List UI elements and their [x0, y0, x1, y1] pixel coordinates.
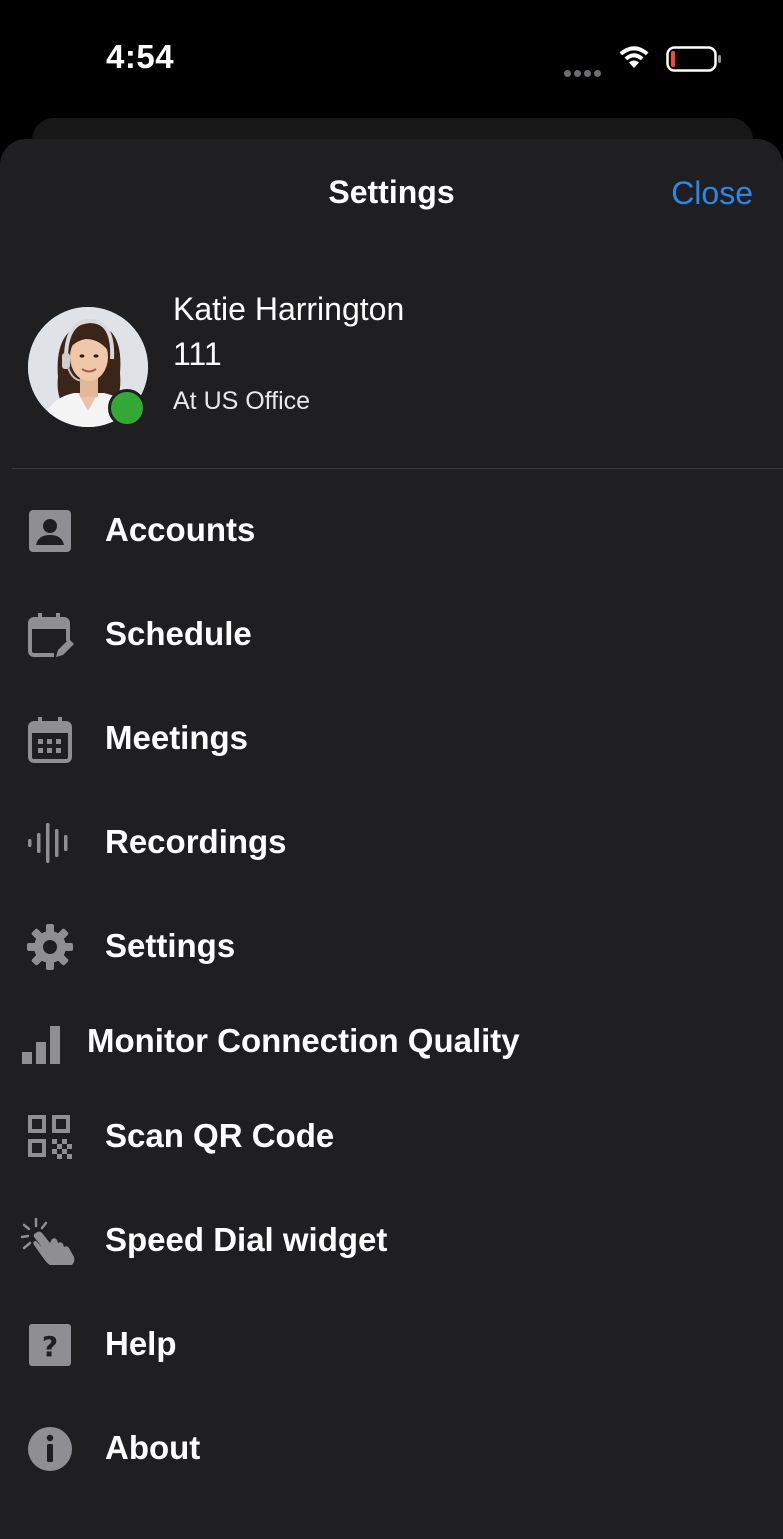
- status-time: 4:54: [106, 38, 175, 75]
- menu-item-label: Scan QR Code: [105, 1117, 335, 1154]
- menu-item-recordings[interactable]: Recordings: [0, 797, 783, 887]
- menu-item-monitor-connection-quality[interactable]: Monitor Connection Quality: [0, 996, 783, 1086]
- qr-code-icon: [28, 1115, 72, 1159]
- signal-bars-icon: [22, 1026, 60, 1064]
- menu-item-label: Accounts: [105, 511, 256, 548]
- status-bar: 4:54: [0, 0, 783, 118]
- account-box-icon: [29, 510, 71, 552]
- menu-item-meetings[interactable]: Meetings: [0, 693, 783, 783]
- presence-indicator: [108, 389, 146, 427]
- menu-item-label: Speed Dial widget: [105, 1221, 388, 1258]
- avatar: [28, 307, 150, 429]
- battery-icon: [666, 46, 721, 72]
- calendar-grid-icon: [28, 717, 72, 763]
- wifi-icon: [619, 46, 649, 68]
- menu-item-scan-qr-code[interactable]: Scan QR Code: [0, 1091, 783, 1181]
- menu-item-label: Monitor Connection Quality: [87, 1022, 520, 1059]
- menu-item-speed-dial-widget[interactable]: Speed Dial widget: [0, 1195, 783, 1285]
- help-icon: ?: [29, 1324, 71, 1366]
- menu-item-label: Settings: [105, 927, 236, 964]
- profile-extension: 111: [173, 336, 222, 372]
- profile-location: At US Office: [173, 387, 311, 415]
- info-icon: [28, 1427, 72, 1471]
- menu-item-label: Recordings: [105, 823, 287, 860]
- menu-item-help[interactable]: ? Help: [0, 1299, 783, 1389]
- calendar-edit-icon: [28, 613, 74, 659]
- close-button[interactable]: Close: [671, 175, 753, 212]
- svg-text:?: ?: [42, 1330, 58, 1363]
- menu-item-label: Help: [105, 1325, 177, 1362]
- divider: [12, 468, 783, 469]
- profile-name: Katie Harrington: [173, 291, 405, 327]
- page-title: Settings: [328, 174, 455, 210]
- menu-item-label: Schedule: [105, 615, 252, 652]
- menu-item-settings[interactable]: Settings: [0, 901, 783, 991]
- menu-item-accounts[interactable]: Accounts: [0, 485, 783, 575]
- cellular-signal-icon: [564, 64, 604, 77]
- profile-card[interactable]: Katie Harrington 111 At US Office: [0, 285, 783, 445]
- menu-item-about[interactable]: About: [0, 1403, 783, 1493]
- gear-icon: [27, 924, 73, 970]
- tap-hand-icon: [20, 1217, 75, 1265]
- menu-item-label: About: [105, 1429, 201, 1466]
- menu-item-label: Meetings: [105, 719, 249, 756]
- audio-waveform-icon: [28, 823, 68, 863]
- menu-item-schedule[interactable]: Schedule: [0, 589, 783, 679]
